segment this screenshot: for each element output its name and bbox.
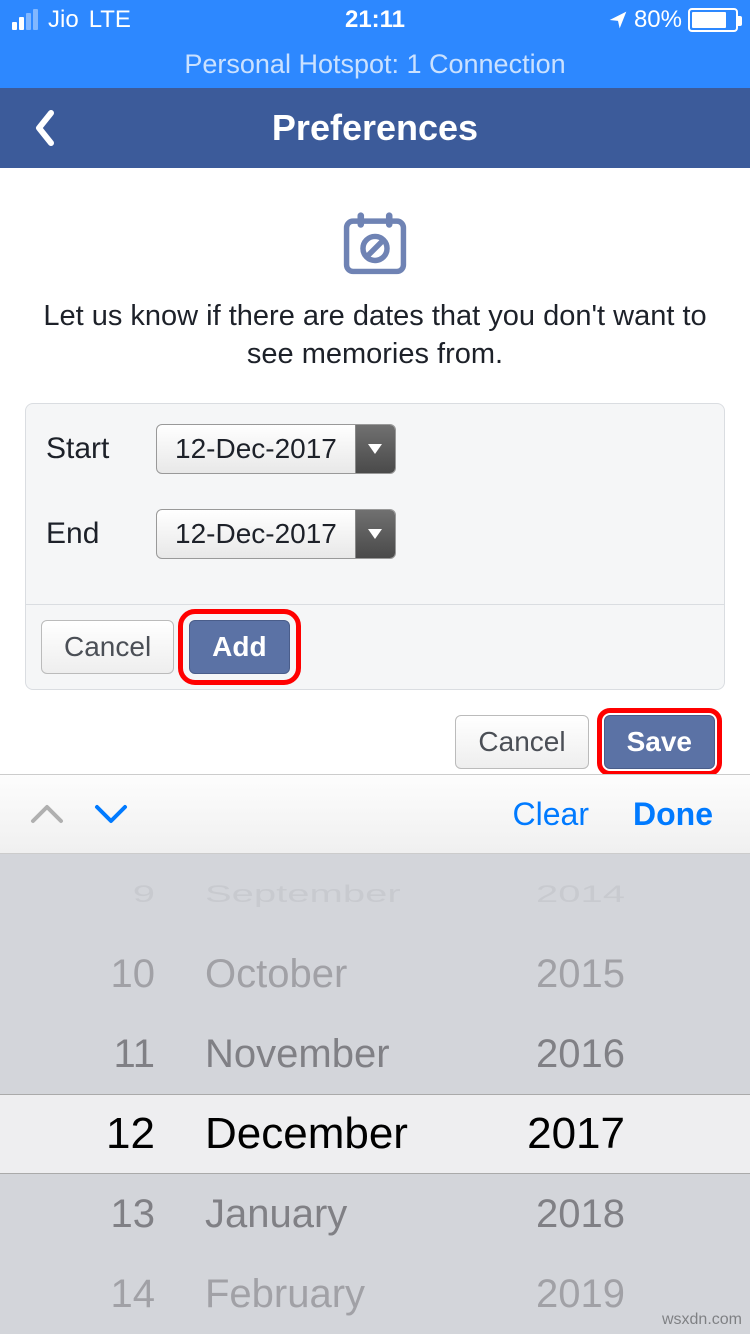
watermark: wsxdn.com: [662, 1311, 742, 1329]
picker-month: October: [185, 952, 515, 997]
start-date-row: Start 12-Dec-2017: [46, 424, 704, 474]
battery-icon: [688, 8, 738, 32]
picker-year: 2015: [515, 952, 665, 997]
hotspot-bar[interactable]: Personal Hotspot: 1 Connection: [0, 40, 750, 88]
carrier-label: Jio: [48, 6, 79, 34]
picker-day: 13: [85, 1192, 185, 1237]
save-button[interactable]: Save: [604, 715, 715, 769]
end-label: End: [46, 517, 126, 551]
start-date-value: 12-Dec-2017: [157, 425, 355, 473]
picker-toolbar: Clear Done: [0, 774, 750, 854]
picker-month: December: [185, 1109, 515, 1159]
add-button[interactable]: Add: [189, 620, 289, 674]
picker-row[interactable]: 10 October 2015: [0, 934, 750, 1014]
cancel-button[interactable]: Cancel: [41, 620, 174, 674]
picker-year: 2017: [515, 1109, 665, 1159]
chevron-down-icon: [93, 803, 129, 825]
content-area: Let us know if there are dates that you …: [0, 168, 750, 789]
signal-icon: [12, 10, 38, 30]
done-button[interactable]: Done: [621, 796, 725, 833]
start-label: Start: [46, 432, 126, 466]
picker-row[interactable]: 13 January 2018: [0, 1174, 750, 1254]
chevron-up-icon: [29, 803, 65, 825]
back-button[interactable]: [15, 98, 75, 158]
battery-percent: 80%: [634, 6, 682, 34]
picker-row-selected[interactable]: 12 December 2017: [0, 1094, 750, 1174]
picker-month: February: [185, 1272, 515, 1317]
end-date-select[interactable]: 12-Dec-2017: [156, 509, 396, 559]
clear-button[interactable]: Clear: [501, 796, 601, 833]
picker-row[interactable]: 11 November 2016: [0, 1014, 750, 1094]
picker-month: November: [185, 1032, 515, 1077]
picker-month: September: [185, 881, 515, 908]
picker-year: 2016: [515, 1032, 665, 1077]
picker-row[interactable]: 9 September 2014: [0, 870, 750, 918]
page-title: Preferences: [0, 107, 750, 149]
dropdown-arrow-icon: [355, 510, 395, 558]
clock: 21:11: [345, 6, 405, 34]
nav-bar: Preferences: [0, 88, 750, 168]
prev-field-button[interactable]: [25, 792, 69, 836]
end-date-value: 12-Dec-2017: [157, 510, 355, 558]
dropdown-arrow-icon: [355, 425, 395, 473]
location-icon: [608, 10, 628, 30]
calendar-block-icon: [20, 208, 730, 278]
picker-year: 2018: [515, 1192, 665, 1237]
chevron-left-icon: [33, 109, 57, 147]
page-actions: Cancel Save: [20, 690, 730, 769]
status-bar: Jio LTE 21:11 80%: [0, 0, 750, 40]
picker-day: 11: [85, 1032, 185, 1077]
card-actions: Cancel Add: [26, 604, 724, 689]
picker-day: 14: [85, 1272, 185, 1317]
status-right: 80%: [405, 6, 738, 34]
picker-year: 2019: [515, 1272, 665, 1317]
date-picker[interactable]: 9 September 2014 10 October 2015 11 Nove…: [0, 854, 750, 1334]
picker-day: 12: [85, 1109, 185, 1159]
picker-row[interactable]: 14 February 2019: [0, 1254, 750, 1334]
picker-day: 10: [85, 952, 185, 997]
instructions-text: Let us know if there are dates that you …: [20, 298, 730, 373]
status-left: Jio LTE: [12, 6, 345, 34]
start-date-select[interactable]: 12-Dec-2017: [156, 424, 396, 474]
picker-year: 2014: [515, 881, 665, 908]
picker-day: 9: [85, 881, 185, 908]
date-range-card: Start 12-Dec-2017 End 12-Dec-2017: [25, 403, 725, 690]
end-date-row: End 12-Dec-2017: [46, 509, 704, 559]
next-field-button[interactable]: [89, 792, 133, 836]
page-cancel-button[interactable]: Cancel: [455, 715, 588, 769]
network-label: LTE: [89, 6, 131, 34]
picker-month: January: [185, 1192, 515, 1237]
